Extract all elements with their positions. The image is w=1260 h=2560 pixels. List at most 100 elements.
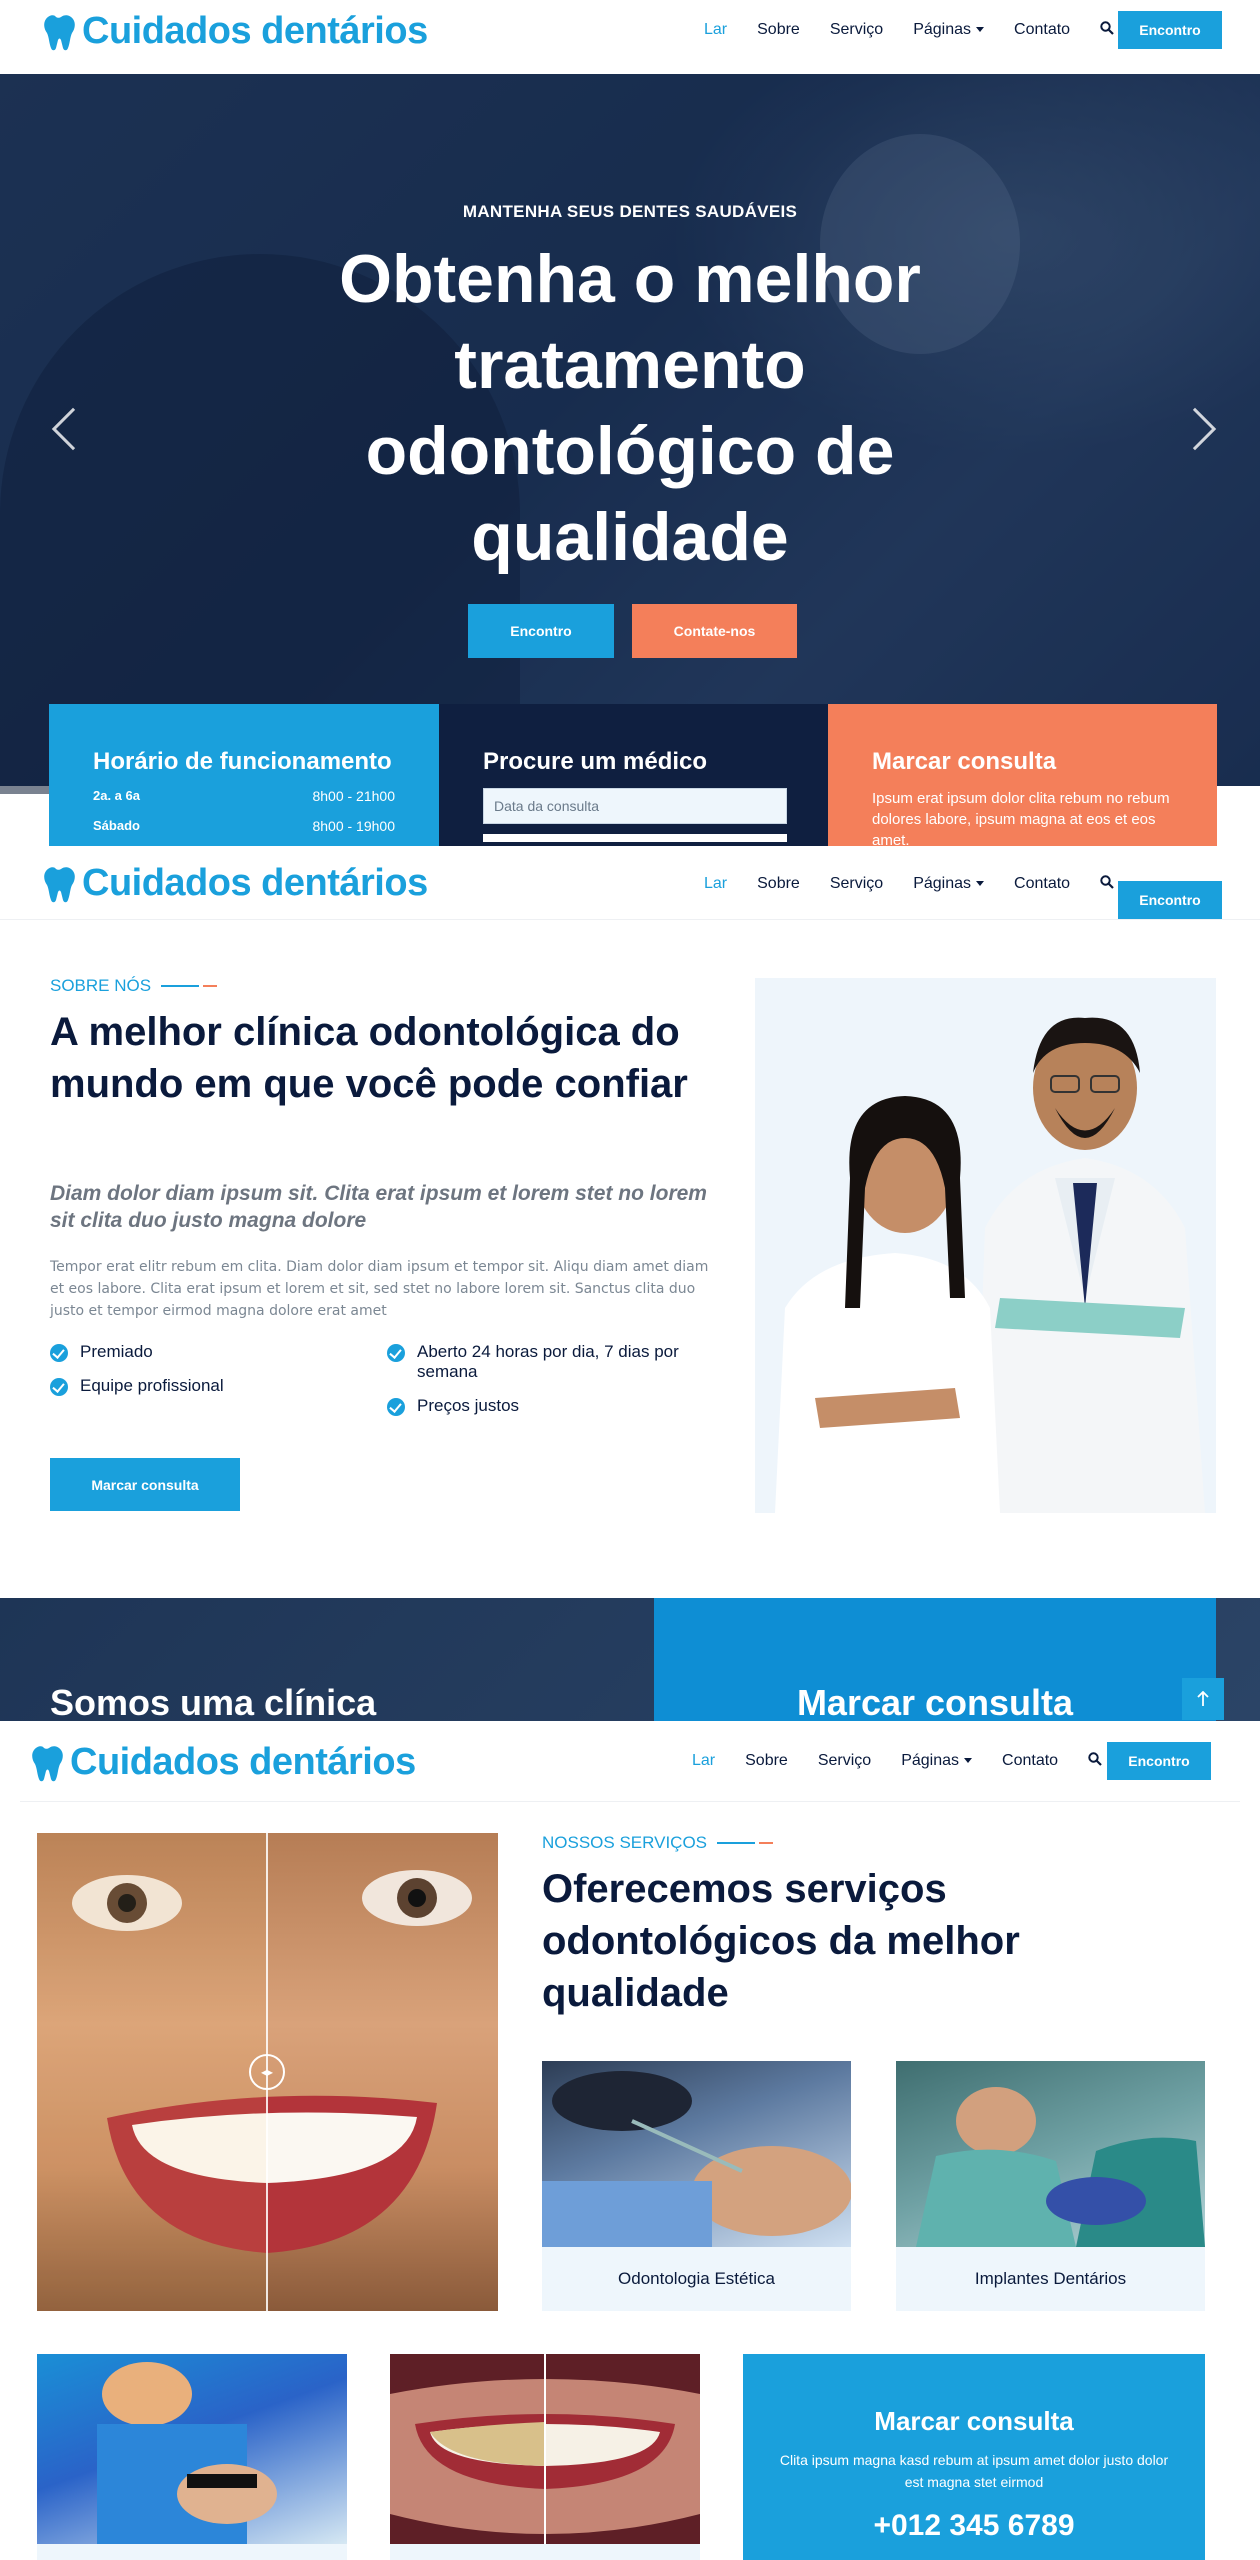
kicker-line <box>717 1842 756 1844</box>
before-after-slider[interactable]: ◂▸ <box>37 1833 498 2311</box>
services-phone[interactable]: +012 345 6789 <box>743 2509 1205 2543</box>
tooth-icon <box>32 1745 63 1781</box>
brand-logo[interactable]: Cuidados dentários <box>42 10 428 53</box>
brand-logo[interactable]: Cuidados dentários <box>42 862 428 905</box>
feature-label: Premiado <box>80 1342 153 1361</box>
service-image-whitening <box>390 2354 700 2544</box>
feature-item: Preços justos <box>387 1396 717 1416</box>
nav-item-service[interactable]: Serviço <box>830 21 883 39</box>
about-appointment-button[interactable]: Marcar consulta <box>50 1458 240 1511</box>
nav-appointment-button[interactable]: Encontro <box>1118 11 1222 49</box>
service-image-implants <box>896 2061 1205 2247</box>
nav-item-service-label: Serviço <box>829 21 884 38</box>
feature-list-left: Premiado Equipe profissional <box>50 1342 370 1410</box>
hours-row: 2a. a 6a 8h00 - 21h00 <box>93 788 395 804</box>
nav-appointment-button[interactable]: Encontro <box>1118 881 1222 919</box>
doctors-photo <box>755 978 1216 1513</box>
appointment-date-field[interactable]: Data da consulta <box>483 788 787 824</box>
services-appointment-text: Clita ipsum magna kasd rebum at ipsum am… <box>779 2452 1169 2490</box>
nav-appointment-button[interactable]: Encontro <box>1107 1742 1211 1780</box>
back-to-top-button[interactable] <box>1182 1678 1224 1720</box>
promo-band: Somos uma clínica Marcar consulta <box>0 1598 1260 1721</box>
nav-item-pages-label: Páginas <box>913 21 972 38</box>
feature-list-right: Aberto 24 horas por dia, 7 dias por sema… <box>387 1342 717 1430</box>
feature-label: Equipe profissional <box>80 1376 224 1395</box>
hero-appointment-button[interactable]: Encontro <box>468 604 614 658</box>
about-kicker: SOBRE NÓS <box>50 976 218 996</box>
nav-item-service[interactable]: Serviço <box>830 875 883 893</box>
navbar: Cuidados dentários Lar Sobre Serviço Pág… <box>0 1721 1260 1801</box>
nav-item-home[interactable]: Lar <box>704 21 727 39</box>
brand-name: Cuidados dentários <box>82 10 428 52</box>
doctors-illustration <box>755 978 1216 1513</box>
about-title: A melhor clínica odontológica do mundo e… <box>50 1010 688 1106</box>
service-image-cosmetic <box>542 2061 851 2247</box>
nav-item-pages[interactable]: Páginas <box>913 21 985 39</box>
slider-handle-icon[interactable]: ◂▸ <box>249 2054 285 2090</box>
nav-item-about[interactable]: Sobre <box>757 875 800 893</box>
feature-label: Preços justos <box>417 1396 520 1415</box>
feature-item: Aberto 24 horas por dia, 7 dias por sema… <box>387 1342 717 1382</box>
nav-item-pages[interactable]: Páginas <box>913 875 985 893</box>
about-lead: Diam dolor diam ipsum sit. Clita erat ip… <box>50 1182 707 1232</box>
appointment-card-text: Ipsum erat ipsum dolor clita rebum no re… <box>872 790 1170 846</box>
hours-time: 8h00 - 19h00 <box>312 818 395 834</box>
hero-carousel: MANTENHA SEUS DENTES SAUDÁVEIS Obtenha o… <box>0 74 1260 794</box>
nav-item-home[interactable]: Lar <box>704 875 727 893</box>
brand-name: Cuidados dentários <box>82 862 428 904</box>
about-body: Tempor erat elitr rebum em clita. Diam d… <box>50 1259 709 1319</box>
tooth-icon <box>44 14 75 50</box>
services-appointment-card: Marcar consulta Clita ipsum magna kasd r… <box>743 2354 1205 2560</box>
services-appointment-title: Marcar consulta <box>874 2406 1074 2436</box>
nav-item-pages-label: Páginas <box>913 875 972 892</box>
hero-contact-button[interactable]: Contate-nos <box>632 604 797 658</box>
search-icon[interactable] <box>1100 20 1114 40</box>
chevron-down-icon <box>976 881 985 887</box>
nav-item-contact[interactable]: Contato <box>1014 21 1070 39</box>
hero-section: Cuidados dentários Lar Sobre Serviço Pág… <box>0 0 1260 846</box>
opening-hours-card: Horário de funcionamento 2a. a 6a 8h00 - … <box>49 704 439 846</box>
services-kicker-label: NOSSOS SERVIÇOS <box>542 1833 708 1852</box>
nav-item-contact[interactable]: Contato <box>1002 1752 1058 1770</box>
navbar: Cuidados dentários Lar Sobre Serviço Pág… <box>0 846 1260 920</box>
promo-band-left-title: Somos uma clínica <box>50 1682 377 1721</box>
hours-row: Sábado 8h00 - 19h00 <box>93 818 395 834</box>
kicker-line-accent <box>759 1842 774 1844</box>
service-image-kids <box>37 2354 347 2544</box>
kicker-line-accent <box>203 985 218 987</box>
doctor-select-field[interactable] <box>483 834 787 842</box>
service-label-whitening[interactable] <box>390 2544 700 2560</box>
nav-item-about[interactable]: Sobre <box>757 21 800 39</box>
search-icon[interactable] <box>1088 1751 1102 1771</box>
tooth-icon <box>44 866 75 902</box>
main-menu: Lar Sobre Serviço Páginas Contato <box>704 872 1114 896</box>
about-kicker-label: SOBRE NÓS <box>50 976 152 995</box>
main-menu: Lar Sobre Serviço Páginas Contato <box>692 1749 1102 1773</box>
appointment-card: Marcar consulta Ipsum erat ipsum dolor c… <box>828 704 1217 846</box>
kicker-line <box>161 985 200 987</box>
brand-logo[interactable]: Cuidados dentários <box>30 1741 416 1784</box>
service-label-kids[interactable] <box>37 2544 347 2560</box>
find-doctor-title: Procure um médico <box>483 748 708 775</box>
nav-item-contact[interactable]: Contato <box>1014 875 1070 893</box>
appointment-card-title: Marcar consulta <box>872 748 1057 775</box>
check-icon <box>50 1378 68 1396</box>
hero-subtitle: MANTENHA SEUS DENTES SAUDÁVEIS <box>462 202 798 221</box>
promo-band-right-title: Marcar consulta <box>796 1682 1074 1721</box>
check-icon <box>50 1344 68 1362</box>
feature-item: Premiado <box>50 1342 370 1362</box>
nav-divider <box>20 1801 1240 1802</box>
nav-item-about[interactable]: Sobre <box>745 1752 788 1770</box>
nav-item-home[interactable]: Lar <box>692 1752 715 1770</box>
nav-item-pages[interactable]: Páginas <box>901 1752 973 1770</box>
nav-item-service[interactable]: Serviço <box>818 1752 871 1770</box>
services-section: Cuidados dentários Lar Sobre Serviço Pág… <box>0 1721 1260 2560</box>
search-icon[interactable] <box>1100 874 1114 894</box>
service-label-cosmetic[interactable]: Odontologia Estética <box>542 2247 851 2311</box>
service-label-implants[interactable]: Implantes Dentários <box>896 2247 1205 2311</box>
brand-name: Cuidados dentários <box>70 1741 416 1783</box>
check-icon <box>387 1344 405 1362</box>
chevron-down-icon <box>976 27 985 33</box>
hero-title: Obtenha o melhor tratamento odontológico… <box>339 241 921 575</box>
find-doctor-card: Procure um médico Data da consulta <box>439 704 828 846</box>
